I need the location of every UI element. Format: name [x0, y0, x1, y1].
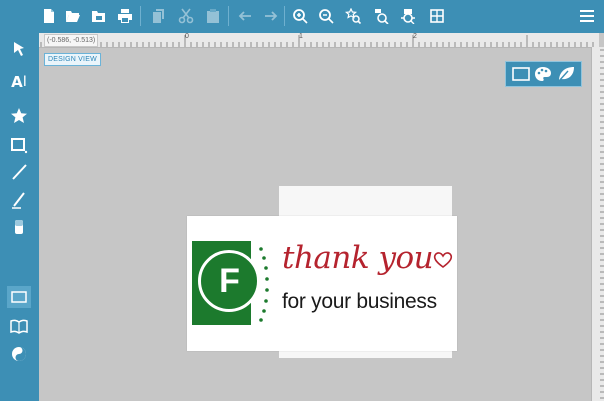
yin-yang-icon[interactable]: [7, 343, 31, 365]
grid-icon[interactable]: [428, 7, 446, 25]
ruler-tick-label: 0: [185, 33, 189, 40]
menu-icon[interactable]: [578, 7, 596, 25]
text-tool-icon[interactable]: AI: [7, 71, 31, 93]
zoom-page-icon[interactable]: [399, 7, 417, 25]
pen-tool-icon[interactable]: [7, 189, 31, 211]
zoom-in-icon[interactable]: [291, 7, 309, 25]
for-your-business-text[interactable]: for your business: [282, 290, 437, 314]
open-folder-icon[interactable]: [64, 7, 82, 25]
zoom-selection-icon[interactable]: [372, 7, 390, 25]
palette-icon[interactable]: [533, 65, 553, 83]
app-window: AI (-0.586, -0.513) 0 1 2 DESIGN VIEW F …: [0, 0, 604, 401]
fill-tool-icon[interactable]: [7, 216, 31, 238]
copy-icon[interactable]: [150, 7, 168, 25]
save-folder-icon[interactable]: [90, 7, 108, 25]
coordinate-readout: (-0.586, -0.513): [44, 34, 99, 47]
rectangle-tool-icon[interactable]: [7, 134, 31, 156]
book-view-icon[interactable]: [7, 315, 31, 337]
undo-icon[interactable]: [236, 7, 254, 25]
zoom-out-icon[interactable]: [317, 7, 335, 25]
heart-icon: [433, 252, 453, 268]
mode-switch: [505, 61, 582, 87]
star-shape-icon[interactable]: [7, 105, 31, 127]
new-file-icon[interactable]: [40, 7, 58, 25]
cut-icon[interactable]: [177, 7, 195, 25]
ruler-ticks: [40, 35, 594, 47]
logo-letter: F: [219, 262, 240, 300]
ruler-tick-label: 2: [413, 33, 417, 40]
horizontal-ruler: (-0.586, -0.513) 0 1 2: [39, 33, 599, 48]
vertical-ruler: [591, 47, 604, 401]
thank-you-text[interactable]: thank you: [282, 240, 434, 276]
design-view-label: DESIGN VIEW: [44, 53, 101, 66]
zoom-fit-icon[interactable]: [344, 7, 362, 25]
select-arrow-icon[interactable]: [7, 38, 31, 60]
ruler-tick-label: 1: [299, 33, 303, 40]
design-mode-icon[interactable]: [511, 65, 531, 83]
toolbar-divider: [284, 6, 285, 26]
top-toolbar: [0, 0, 604, 33]
left-toolbar: AI: [0, 33, 39, 401]
redo-icon[interactable]: [262, 7, 280, 25]
ruler-ticks: [600, 49, 604, 399]
paste-icon[interactable]: [204, 7, 222, 25]
logo-circle[interactable]: F: [198, 250, 260, 312]
text-tool-label: A: [11, 73, 23, 91]
card-view-icon[interactable]: [7, 286, 31, 308]
toolbar-divider: [228, 6, 229, 26]
logo-dots: [259, 247, 269, 322]
line-tool-icon[interactable]: [7, 161, 31, 183]
print-icon[interactable]: [116, 7, 134, 25]
leaf-icon[interactable]: [556, 65, 576, 83]
toolbar-divider: [140, 6, 141, 26]
